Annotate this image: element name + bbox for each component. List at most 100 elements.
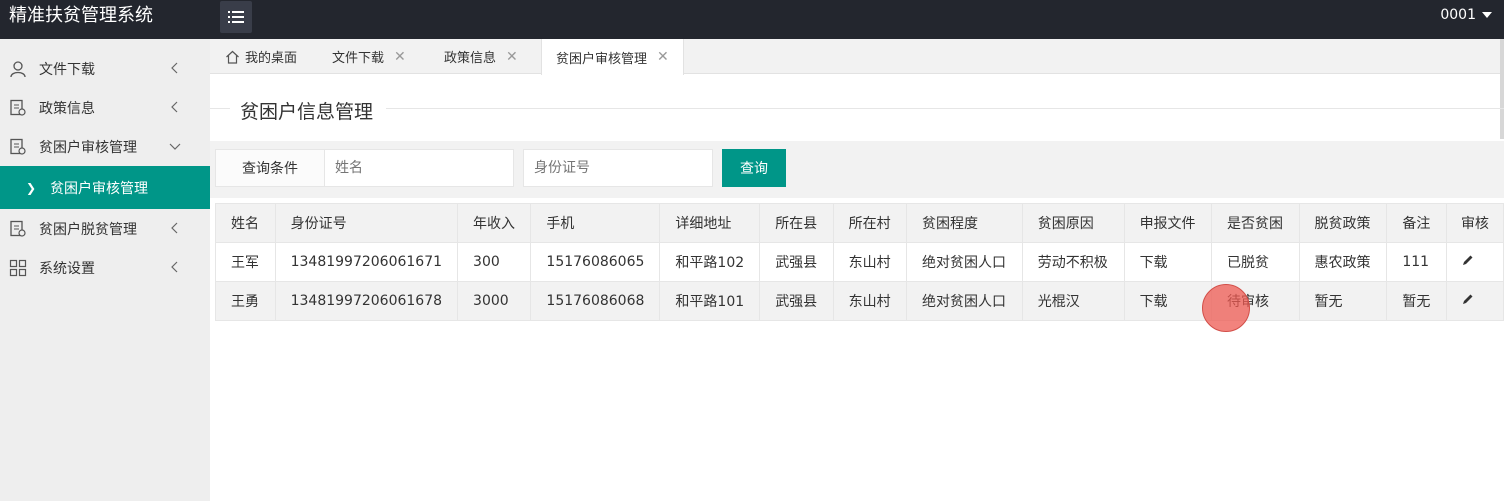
download-link[interactable]: 下载 (1123, 242, 1212, 282)
column-header: 详细地址 (659, 203, 761, 243)
chevron-left-icon (171, 62, 178, 74)
tab-label: 贫困户审核管理 (556, 51, 648, 67)
sidebar-item-label: 系统设置 (39, 260, 95, 277)
divider (210, 108, 230, 109)
chevron-left-icon (171, 261, 178, 273)
close-icon[interactable]: ✕ (657, 49, 669, 65)
document-icon (10, 138, 26, 155)
cell-id-number: 13481997206061671 (274, 242, 459, 282)
document-icon (10, 220, 26, 237)
app-title: 精准扶贫管理系统 (9, 5, 153, 26)
table-row: 王勇 13481997206061678 3000 15176086068 和平… (215, 281, 1504, 321)
cell-income: 3000 (457, 281, 532, 321)
tab-audit[interactable]: 贫困户审核管理 ✕ (541, 39, 684, 75)
chevron-left-icon (171, 222, 178, 234)
column-header: 是否贫困 (1210, 203, 1300, 243)
tab-file-download[interactable]: 文件下载 ✕ (332, 39, 406, 74)
cell-county: 武强县 (759, 242, 834, 282)
column-header: 申报文件 (1123, 203, 1212, 243)
sidebar: 文件下载 政策信息 贫困户审核管理 ❯ 贫困户审核管理 贫困户脱贫管理 系统设置 (0, 39, 210, 501)
cell-poverty-status: 已脱贫 (1210, 242, 1300, 282)
tab-label: 文件下载 (332, 51, 385, 66)
data-table: 姓名 身份证号 年收入 手机 详细地址 所在县 所在村 贫困程度 贫困原因 申报… (215, 203, 1504, 321)
cell-poverty-reason: 劳动不积极 (1021, 242, 1125, 282)
cell-poverty-level: 绝对贫困人口 (905, 281, 1023, 321)
cell-name: 王军 (215, 242, 276, 282)
close-icon[interactable]: ✕ (506, 49, 518, 65)
divider (386, 108, 1504, 109)
edit-icon[interactable] (1462, 293, 1474, 305)
document-icon (10, 99, 26, 116)
column-header: 年收入 (457, 203, 532, 243)
grid-icon (9, 259, 27, 276)
tab-policy[interactable]: 政策信息 ✕ (444, 39, 518, 74)
sidebar-item-policy[interactable]: 政策信息 (0, 88, 210, 127)
scrollbar[interactable] (1500, 39, 1504, 139)
cell-remark: 111 (1386, 242, 1447, 282)
cell-address: 和平路101 (659, 281, 761, 321)
column-header: 贫困程度 (905, 203, 1023, 243)
column-header: 姓名 (215, 203, 276, 243)
cell-address: 和平路102 (659, 242, 761, 282)
page-title: 贫困户信息管理 (240, 101, 374, 123)
tab-desktop[interactable]: 我的桌面 (225, 39, 297, 74)
sidebar-item-label: 文件下载 (39, 61, 95, 78)
sidebar-item-file-download[interactable]: 文件下载 (0, 49, 210, 88)
menu-toggle-button[interactable] (220, 1, 252, 33)
query-button[interactable]: 查询 (722, 149, 786, 187)
cell-phone: 15176086065 (530, 242, 661, 282)
column-header: 所在县 (759, 203, 834, 243)
cell-remark: 暂无 (1386, 281, 1447, 321)
cell-income: 300 (457, 242, 532, 282)
tab-label: 政策信息 (444, 51, 497, 66)
edit-icon[interactable] (1462, 254, 1474, 266)
search-bar: 查询条件 查询 (210, 141, 1504, 198)
cell-phone: 15176086068 (530, 281, 661, 321)
chevron-down-icon (169, 143, 181, 150)
tab-label: 我的桌面 (245, 51, 298, 66)
column-header: 备注 (1386, 203, 1447, 243)
cell-name: 王勇 (215, 281, 276, 321)
user-name: 0001 (1440, 7, 1476, 23)
column-header: 手机 (530, 203, 661, 243)
cell-policy: 暂无 (1298, 281, 1388, 321)
home-icon (226, 50, 239, 64)
sidebar-subitem-label: 贫困户审核管理 (50, 180, 149, 197)
page-title-fieldset: 贫困户信息管理 (210, 97, 1504, 123)
sidebar-item-settings[interactable]: 系统设置 (0, 248, 210, 287)
column-header: 身份证号 (274, 203, 459, 243)
sidebar-item-poverty-exit[interactable]: 贫困户脱贫管理 (0, 209, 210, 248)
table-row: 王军 13481997206061671 300 15176086065 和平路… (215, 242, 1504, 282)
column-header: 脱贫政策 (1298, 203, 1388, 243)
main-content: 我的桌面 文件下载 ✕ 政策信息 ✕ 贫困户审核管理 ✕ 贫困户信息管理 查询条… (210, 39, 1504, 501)
cell-policy: 惠农政策 (1298, 242, 1388, 282)
download-link[interactable]: 下载 (1123, 281, 1212, 321)
user-menu[interactable]: 0001 (1440, 7, 1492, 23)
name-input[interactable] (324, 149, 514, 187)
cell-county: 武强县 (759, 281, 834, 321)
cell-audit (1445, 281, 1504, 321)
menu-icon (228, 11, 244, 23)
cell-village: 东山村 (832, 281, 907, 321)
column-header: 审核 (1445, 203, 1504, 243)
close-icon[interactable]: ✕ (394, 49, 406, 65)
sidebar-subitem-audit[interactable]: ❯ 贫困户审核管理 (0, 166, 210, 209)
search-label: 查询条件 (215, 149, 325, 187)
cell-audit (1445, 242, 1504, 282)
sidebar-item-label: 政策信息 (39, 100, 95, 117)
id-number-input[interactable] (523, 149, 713, 187)
cell-poverty-level: 绝对贫困人口 (905, 242, 1023, 282)
caret-down-icon (1482, 12, 1492, 18)
sidebar-item-audit[interactable]: 贫困户审核管理 (0, 127, 210, 166)
sidebar-item-label: 贫困户脱贫管理 (39, 221, 137, 238)
cell-id-number: 13481997206061678 (274, 281, 459, 321)
chevron-left-icon (171, 101, 178, 113)
top-bar: 精准扶贫管理系统 0001 (0, 0, 1504, 39)
chevron-right-icon: ❯ (26, 180, 37, 195)
cell-poverty-reason: 光棍汉 (1021, 281, 1125, 321)
sidebar-item-label: 贫困户审核管理 (39, 139, 137, 156)
click-indicator (1202, 284, 1250, 332)
table-header-row: 姓名 身份证号 年收入 手机 详细地址 所在县 所在村 贫困程度 贫困原因 申报… (215, 203, 1504, 243)
user-icon (10, 60, 26, 77)
column-header: 贫困原因 (1021, 203, 1125, 243)
